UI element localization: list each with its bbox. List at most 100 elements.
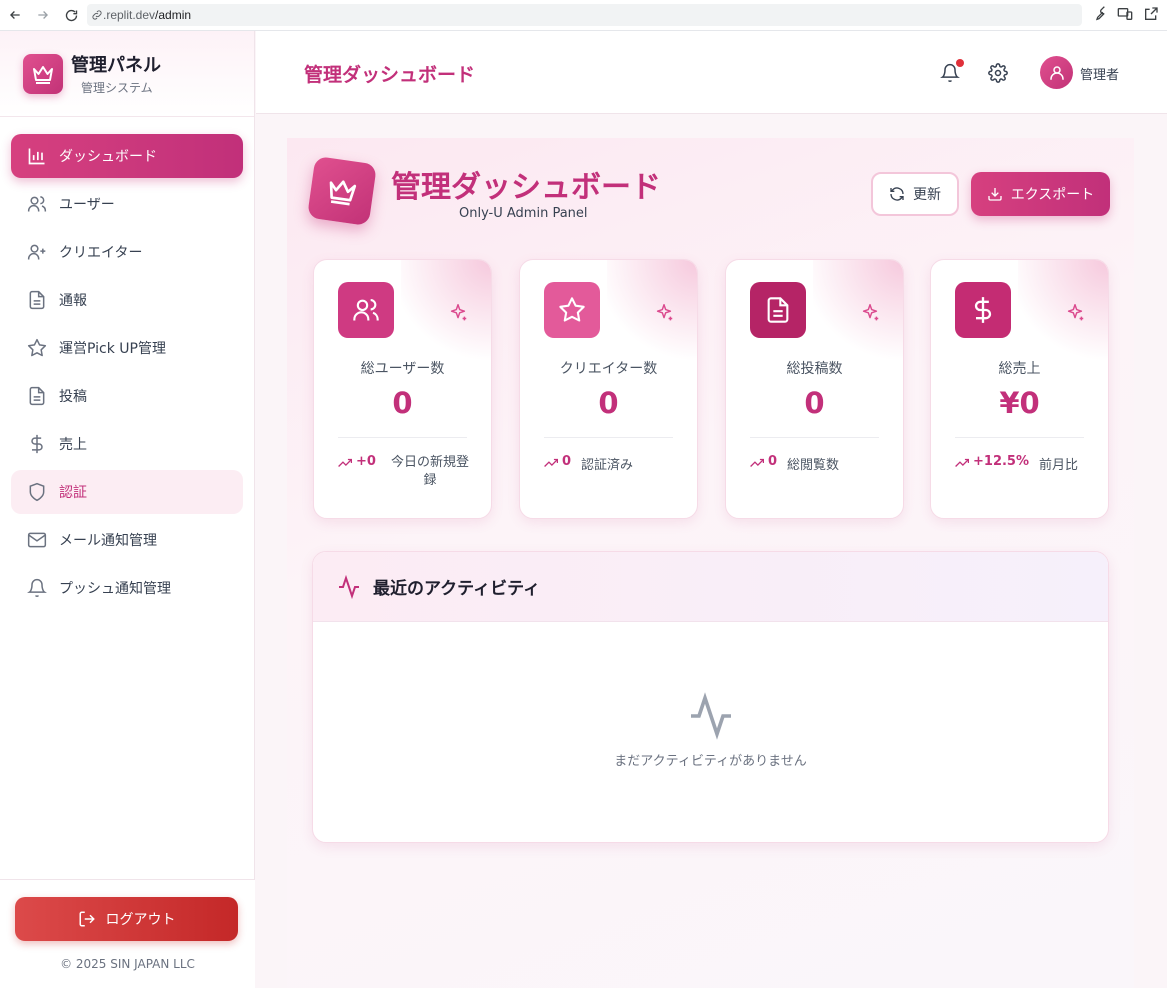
sidebar-item-reports[interactable]: 通報 bbox=[11, 278, 243, 322]
brand: 管理パネル 管理システム bbox=[0, 31, 254, 117]
bar-chart-icon bbox=[28, 148, 45, 165]
mail-icon bbox=[27, 532, 47, 548]
crown-icon bbox=[306, 155, 378, 227]
dollar-icon bbox=[31, 434, 43, 454]
stat-value: 0 bbox=[392, 386, 413, 420]
top-header: 管理ダッシュボード 管理者 bbox=[256, 31, 1167, 114]
forward-icon[interactable] bbox=[32, 4, 54, 26]
sparkle-icon bbox=[1067, 304, 1084, 321]
stat-desc: 今日の新規登録 bbox=[390, 455, 469, 489]
sidebar-item-label: 投稿 bbox=[59, 389, 87, 405]
sidebar-item-push-notifications[interactable]: プッシュ通知管理 bbox=[11, 566, 243, 610]
sidebar-item-label: クリエイター bbox=[59, 245, 143, 261]
sidebar-item-label: 売上 bbox=[59, 437, 87, 453]
sidebar-item-label: プッシュ通知管理 bbox=[59, 581, 171, 597]
stat-value: ¥0 bbox=[999, 386, 1040, 420]
page-title: 管理ダッシュボード bbox=[391, 170, 661, 205]
trending-up-icon bbox=[955, 458, 969, 467]
sidebar: 管理パネル 管理システム ダッシュボード ユーザー クリエイター 通報 運営Pi… bbox=[0, 31, 255, 988]
download-icon bbox=[988, 188, 1002, 201]
stat-footer: +12.5% 前月比 bbox=[955, 454, 1095, 473]
sidebar-item-sales[interactable]: 売上 bbox=[11, 422, 243, 466]
stat-label: 総ユーザー数 bbox=[360, 361, 445, 377]
user-icon bbox=[1049, 65, 1064, 80]
address-bar[interactable]: .replit.dev/admin bbox=[87, 4, 1082, 26]
gear-icon[interactable] bbox=[988, 63, 1008, 83]
activity-icon bbox=[691, 692, 731, 740]
link-icon bbox=[92, 10, 102, 20]
stat-label: クリエイター数 bbox=[559, 361, 658, 377]
stat-footer: 0 総閲覧数 bbox=[750, 454, 890, 473]
page-subtitle: Only-U Admin Panel bbox=[459, 206, 588, 221]
stat-value: 0 bbox=[804, 386, 825, 420]
url-path: /admin bbox=[155, 8, 192, 22]
logout-icon bbox=[79, 911, 95, 927]
file-icon bbox=[750, 282, 806, 338]
url-domain: .replit.dev bbox=[103, 8, 156, 22]
activity-icon bbox=[339, 574, 359, 599]
sidebar-item-users[interactable]: ユーザー bbox=[11, 182, 243, 226]
stat-footer: +0 今日の新規登録 bbox=[338, 454, 478, 490]
star-icon bbox=[544, 282, 600, 338]
wrench-icon[interactable] bbox=[1091, 6, 1107, 22]
shield-icon bbox=[29, 482, 45, 502]
sparkle-icon bbox=[862, 304, 879, 321]
sidebar-item-label: メール通知管理 bbox=[59, 533, 157, 549]
stat-card-creators: クリエイター数 0 0 認証済み bbox=[519, 259, 698, 519]
activity-header: 最近のアクティビティ bbox=[313, 552, 1108, 622]
sidebar-footer: ログアウト © 2025 SIN JAPAN LLC bbox=[0, 879, 255, 988]
open-external-icon[interactable] bbox=[1143, 6, 1159, 22]
trending-up-icon bbox=[544, 458, 558, 467]
stat-delta: 0 bbox=[768, 454, 778, 469]
file-icon bbox=[29, 386, 45, 406]
sidebar-item-dashboard[interactable]: ダッシュボード bbox=[11, 134, 243, 178]
sidebar-item-creators[interactable]: クリエイター bbox=[11, 230, 243, 274]
sidebar-menu: ダッシュボード ユーザー クリエイター 通報 運営Pick UP管理 投稿 売上 bbox=[0, 117, 254, 610]
bell-icon bbox=[27, 578, 47, 598]
users-icon bbox=[27, 196, 47, 212]
stat-desc: 総閲覧数 bbox=[787, 458, 840, 473]
stat-label: 総売上 bbox=[998, 361, 1041, 377]
file-icon bbox=[29, 290, 45, 310]
stat-value: 0 bbox=[598, 386, 619, 420]
sidebar-item-verification[interactable]: 認証 bbox=[11, 470, 243, 514]
user-name[interactable]: 管理者 bbox=[1080, 64, 1119, 83]
copyright: © 2025 SIN JAPAN LLC bbox=[60, 957, 195, 971]
logout-label: ログアウト bbox=[105, 912, 176, 928]
sidebar-item-pickup[interactable]: 運営Pick UP管理 bbox=[11, 326, 243, 370]
export-button[interactable]: エクスポート bbox=[971, 172, 1110, 216]
activity-title: 最近のアクティビティ bbox=[373, 579, 541, 599]
sparkle-icon bbox=[656, 304, 673, 321]
export-label: エクスポート bbox=[1010, 187, 1095, 203]
stat-card-users: 総ユーザー数 0 +0 今日の新規登録 bbox=[313, 259, 492, 519]
refresh-button[interactable]: 更新 bbox=[871, 172, 959, 216]
refresh-label: 更新 bbox=[913, 187, 941, 203]
back-icon[interactable] bbox=[4, 4, 26, 26]
stat-card-posts: 総投稿数 0 0 総閲覧数 bbox=[725, 259, 904, 519]
stat-desc: 認証済み bbox=[581, 458, 634, 473]
sidebar-item-email-notifications[interactable]: メール通知管理 bbox=[11, 518, 243, 562]
avatar[interactable] bbox=[1040, 56, 1073, 89]
user-plus-icon bbox=[27, 244, 46, 260]
devices-icon[interactable] bbox=[1117, 6, 1133, 22]
empty-state-text: まだアクティビティがありません bbox=[614, 754, 807, 769]
brand-title: 管理パネル bbox=[71, 55, 161, 76]
sidebar-item-label: ダッシュボード bbox=[59, 149, 157, 165]
stat-desc: 前月比 bbox=[1039, 458, 1079, 473]
stat-delta: +12.5% bbox=[973, 454, 1029, 469]
dollar-icon bbox=[955, 282, 1011, 338]
stat-label: 総投稿数 bbox=[786, 361, 843, 377]
stat-delta: 0 bbox=[562, 454, 572, 469]
users-icon bbox=[338, 282, 394, 338]
refresh-icon bbox=[890, 187, 904, 201]
logout-button[interactable]: ログアウト bbox=[15, 897, 238, 941]
browser-toolbar: .replit.dev/admin bbox=[0, 0, 1167, 31]
sidebar-item-label: ユーザー bbox=[59, 197, 115, 213]
sparkle-icon bbox=[450, 304, 467, 321]
sidebar-item-posts[interactable]: 投稿 bbox=[11, 374, 243, 418]
reload-icon[interactable] bbox=[60, 4, 82, 26]
brand-subtitle: 管理システム bbox=[81, 81, 153, 95]
sidebar-item-label: 認証 bbox=[59, 485, 87, 501]
crown-icon bbox=[23, 53, 63, 94]
trending-up-icon bbox=[338, 458, 352, 467]
